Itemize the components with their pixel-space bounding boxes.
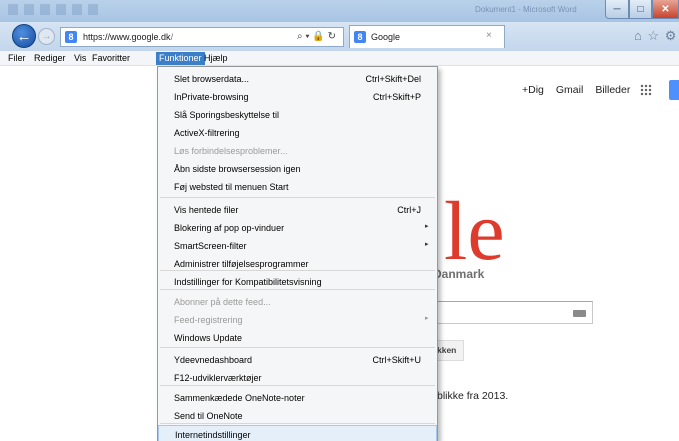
menu-funktioner[interactable]: Funktioner	[156, 52, 205, 65]
menu-item-12: Abonner på dette feed...	[158, 293, 437, 311]
link-plus-dig[interactable]: +Dig	[522, 84, 544, 96]
menu-item-11[interactable]: Indstillinger for Kompatibilitetsvisning	[158, 273, 437, 291]
menu-item-label: Vis hentede filer	[174, 205, 239, 215]
menu-item-label: Slet browserdata...	[174, 74, 250, 84]
sign-in-button[interactable]	[669, 80, 679, 100]
menu-item-label: Administrer tilføjelsesprogrammer	[174, 259, 309, 269]
menu-item-4: Løs forbindelsesproblemer...	[158, 142, 437, 160]
menu-item-label: Løs forbindelsesproblemer...	[174, 146, 288, 156]
menu-item-19[interactable]: Internetindstillinger	[158, 425, 437, 441]
navigation-bar: ← → 8 https://www.google.dk/ ⌕ ▾ 🔒 ↻ 8 G…	[0, 22, 679, 51]
menu-item-17[interactable]: Sammenkædede OneNote-noter	[158, 389, 437, 407]
window-title: Dokument1 - Microsoft Word	[475, 5, 577, 14]
submenu-arrow-icon: ▸	[425, 241, 429, 248]
menu-item-label: Indstillinger for Kompatibilitetsvisning	[174, 277, 322, 287]
tab-google[interactable]: 8 Google ×	[349, 25, 505, 48]
submenu-arrow-icon: ▸	[425, 315, 429, 322]
menu-item-label: Abonner på dette feed...	[174, 297, 271, 307]
menu-item-18[interactable]: Send til OneNote	[158, 407, 437, 425]
menu-item-label: Send til OneNote	[174, 411, 243, 421]
menu-item-13: Feed-registrering ▸	[158, 311, 437, 329]
menu-item-label: F12-udviklerværktøjer	[174, 373, 262, 383]
submenu-arrow-icon: ▸	[425, 223, 429, 230]
quick-access-toolbar	[8, 4, 98, 15]
menu-item-0[interactable]: Slet browserdata... Ctrl+Skift+Del	[158, 70, 437, 88]
google-top-links: +Dig Gmail Billeder	[522, 84, 642, 96]
back-button[interactable]: ←	[12, 24, 36, 48]
tools-dropdown-menu: Slet browserdata... Ctrl+Skift+Del InPriva…	[157, 66, 438, 441]
menu-item-label: Slå Sporingsbeskyttelse til	[174, 110, 280, 120]
forward-arrow-icon: →	[41, 31, 52, 42]
menu-item-3[interactable]: ActiveX-filtrering	[158, 124, 437, 142]
keyboard-icon[interactable]	[573, 310, 586, 317]
url-path: /	[170, 32, 174, 42]
menu-item-label: ActiveX-filtrering	[174, 128, 240, 138]
menu-item-6[interactable]: Føj websted til menuen Start	[158, 178, 437, 196]
forward-button[interactable]: →	[38, 28, 55, 45]
google-favicon-icon: 8	[354, 31, 366, 43]
menu-item-5[interactable]: Åbn sidste browsersession igen	[158, 160, 437, 178]
menu-separator	[160, 197, 435, 198]
menu-rediger[interactable]: Rediger	[31, 52, 69, 65]
menu-hjaelp[interactable]: Hjælp	[201, 52, 231, 65]
address-bar[interactable]: 8 https://www.google.dk/ ⌕ ▾ 🔒 ↻	[60, 27, 344, 47]
menu-item-shortcut: Ctrl+J	[397, 205, 421, 215]
menu-item-16[interactable]: F12-udviklerværktøjer	[158, 369, 437, 387]
google-favicon-icon: 8	[65, 31, 77, 43]
menu-item-label: Feed-registrering	[174, 315, 243, 325]
menu-item-9[interactable]: SmartScreen-filter ▸	[158, 237, 437, 255]
menu-item-label: Ydeevnedashboard	[174, 355, 253, 365]
menu-item-label: Internetindstillinger	[175, 430, 251, 440]
address-url[interactable]: https://www.google.dk/	[83, 32, 173, 42]
menu-item-label: Windows Update	[174, 333, 243, 343]
menu-item-label: SmartScreen-filter	[174, 241, 247, 251]
menu-item-2[interactable]: Slå Sporingsbeskyttelse til	[158, 106, 437, 124]
menu-item-shortcut: Ctrl+Skift+U	[372, 355, 421, 365]
menu-item-label: InPrivate-browsing	[174, 92, 249, 102]
menu-item-shortcut: Ctrl+Skift+Del	[365, 74, 421, 84]
url-host: https://www.google.dk	[83, 32, 171, 42]
link-billeder[interactable]: Billeder	[595, 84, 630, 96]
lucky-button[interactable]: kken	[437, 340, 464, 361]
back-arrow-icon: ←	[16, 27, 32, 45]
menu-item-8[interactable]: Blokering af pop op-vinduer ▸	[158, 219, 437, 237]
minimize-button[interactable]: ─	[605, 0, 629, 19]
google-logo: le	[444, 185, 505, 278]
minimize-icon: ─	[613, 3, 621, 15]
close-icon: ✕	[661, 3, 670, 15]
search-input[interactable]	[437, 301, 593, 324]
menu-item-10[interactable]: Administrer tilføjelsesprogrammer	[158, 255, 437, 273]
menu-item-shortcut: Ctrl+Skift+P	[372, 92, 421, 102]
menu-item-label: Sammenkædede OneNote-noter	[174, 393, 305, 403]
close-button[interactable]: ✕	[652, 0, 679, 19]
menu-item-14[interactable]: Windows Update	[158, 329, 437, 347]
menu-item-label: Åbn sidste browsersession igen	[174, 164, 301, 174]
title-bar: Dokument1 - Microsoft Word ─ □ ✕	[0, 0, 679, 22]
menu-filer[interactable]: Filer	[5, 52, 29, 65]
tab-title: Google	[371, 32, 401, 42]
menu-bar: Filer Rediger Vis Favoritter Funktioner …	[0, 51, 679, 66]
menu-vis[interactable]: Vis	[71, 52, 89, 65]
address-actions-icon[interactable]: ⌕ ▾ 🔒 ↻	[297, 31, 336, 42]
menu-favoritter[interactable]: Favoritter	[89, 52, 133, 65]
logo-subtitle: Danmark	[433, 267, 485, 281]
maximize-button[interactable]: □	[629, 0, 652, 19]
menu-separator	[160, 347, 435, 348]
maximize-icon: □	[637, 3, 644, 15]
tab-close-icon[interactable]: ×	[486, 30, 492, 41]
menu-item-label: Blokering af pop op-vinduer	[174, 223, 285, 233]
apps-grid-icon[interactable]	[640, 84, 652, 96]
menu-item-7[interactable]: Vis hentede filer Ctrl+J	[158, 201, 437, 219]
menu-item-1[interactable]: InPrivate-browsing Ctrl+Skift+P	[158, 88, 437, 106]
footer-text: blikke fra 2013.	[437, 390, 509, 402]
menu-item-15[interactable]: Ydeevnedashboard Ctrl+Skift+U	[158, 351, 437, 369]
home-favorites-tools-icon[interactable]: ⌂ ☆ ⚙	[634, 28, 677, 44]
link-gmail[interactable]: Gmail	[556, 84, 583, 96]
menu-item-label: Føj websted til menuen Start	[174, 182, 289, 192]
